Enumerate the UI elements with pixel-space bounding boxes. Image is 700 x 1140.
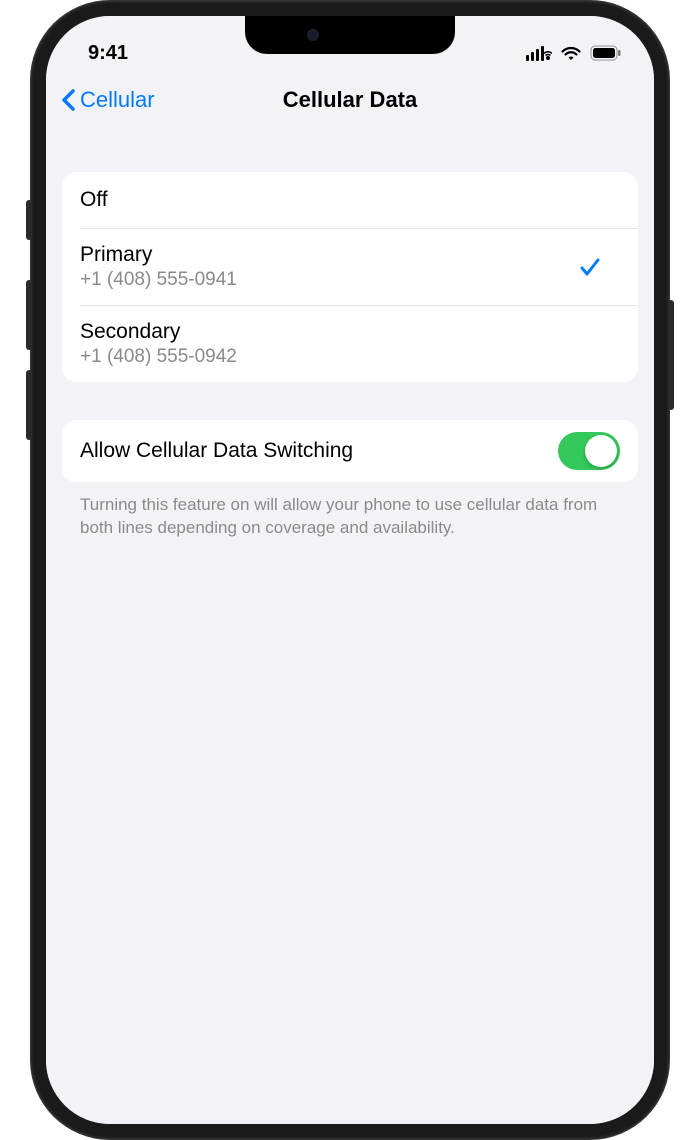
status-time: 9:41 bbox=[88, 42, 128, 65]
back-label: Cellular bbox=[80, 87, 155, 113]
back-button[interactable]: Cellular bbox=[60, 87, 155, 113]
volume-down-button bbox=[26, 370, 32, 440]
wifi-icon bbox=[560, 45, 582, 61]
navigation-bar: Cellular Cellular Data bbox=[46, 72, 654, 128]
power-button bbox=[668, 300, 674, 410]
front-camera bbox=[307, 29, 319, 41]
option-phone-number: +1 (408) 555-0941 bbox=[80, 269, 237, 291]
allow-switching-toggle[interactable] bbox=[558, 432, 620, 470]
option-off[interactable]: Off bbox=[62, 172, 638, 228]
switch-knob bbox=[585, 435, 617, 467]
screen: 9:41 bbox=[46, 16, 654, 1124]
chevron-left-icon bbox=[60, 88, 76, 112]
battery-icon bbox=[590, 45, 622, 61]
status-icons bbox=[526, 45, 622, 61]
cellular-data-options-group: Off Primary +1 (408) 555-0941 bbox=[62, 172, 638, 382]
option-label: Secondary bbox=[80, 320, 237, 344]
content-area: Off Primary +1 (408) 555-0941 bbox=[46, 128, 654, 556]
option-primary[interactable]: Primary +1 (408) 555-0941 bbox=[80, 228, 638, 305]
option-phone-number: +1 (408) 555-0942 bbox=[80, 346, 237, 368]
toggle-label: Allow Cellular Data Switching bbox=[80, 439, 353, 463]
volume-up-button bbox=[26, 280, 32, 350]
phone-frame: 9:41 bbox=[30, 0, 670, 1140]
option-label: Off bbox=[80, 188, 108, 212]
phone-screen-bezel: 9:41 bbox=[46, 16, 654, 1124]
checkmark-icon bbox=[578, 255, 602, 279]
dual-sim-signal-icon bbox=[526, 45, 552, 61]
switching-footer-text: Turning this feature on will allow your … bbox=[62, 482, 638, 540]
page-title: Cellular Data bbox=[283, 87, 418, 113]
option-label: Primary bbox=[80, 243, 237, 267]
silent-switch bbox=[26, 200, 32, 240]
allow-switching-row[interactable]: Allow Cellular Data Switching bbox=[62, 420, 638, 482]
notch bbox=[245, 16, 455, 54]
option-secondary[interactable]: Secondary +1 (408) 555-0942 bbox=[80, 305, 638, 382]
